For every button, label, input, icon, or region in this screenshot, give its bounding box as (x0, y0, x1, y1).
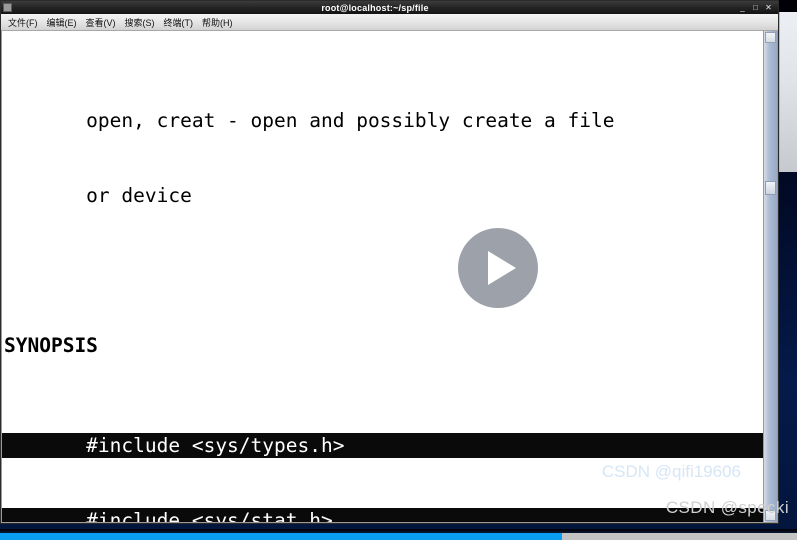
window-titlebar: root@localhost:~/sp/file _ □ ✕ (1, 1, 778, 14)
background-window-sliver (779, 12, 797, 172)
terminal-line-text: open, creat - open and possibly create a… (4, 109, 615, 132)
menu-file[interactable]: 文件(F) (4, 15, 43, 30)
menu-edit[interactable]: 编辑(E) (43, 15, 82, 30)
terminal-scrollbar[interactable] (763, 31, 777, 522)
menu-help[interactable]: 帮助(H) (198, 15, 238, 30)
minimize-button[interactable]: _ (738, 3, 747, 12)
close-button[interactable]: ✕ (764, 3, 773, 12)
terminal-section-heading-synopsis: SYNOPSIS (2, 333, 763, 358)
menubar: 文件(F) 编辑(E) 查看(V) 搜索(S) 终端(T) 帮助(H) (1, 14, 778, 31)
scroll-up-arrow-icon[interactable] (765, 32, 776, 43)
terminal-text-area[interactable]: open, creat - open and possibly create a… (2, 31, 763, 522)
terminal-line: open, creat - open and possibly create a… (2, 108, 763, 133)
desktop-screen: root@localhost:~/sp/file _ □ ✕ 文件(F) 编辑(… (0, 0, 797, 540)
terminal-body[interactable]: open, creat - open and possibly create a… (1, 31, 778, 523)
terminal-line-highlighted: #include <sys/stat.h> (2, 508, 763, 522)
terminal-line: or device (2, 183, 763, 208)
terminal-line-text: SYNOPSIS (4, 334, 98, 357)
terminal-line-text: #include <sys/stat.h> (4, 509, 333, 522)
menu-search[interactable]: 搜索(S) (121, 15, 160, 30)
video-progress-bar[interactable] (0, 529, 797, 540)
terminal-line-text: or device (4, 184, 192, 207)
window-title: root@localhost:~/sp/file (321, 2, 429, 13)
video-progress-played (0, 533, 562, 540)
window-controls: _ □ ✕ (738, 3, 776, 12)
scroll-down-arrow-icon[interactable] (765, 510, 776, 521)
terminal-window: root@localhost:~/sp/file _ □ ✕ 文件(F) 编辑(… (0, 0, 779, 524)
menu-view[interactable]: 查看(V) (82, 15, 121, 30)
play-button[interactable] (458, 228, 538, 308)
watermark-inner: CSDN @qifi19606 (601, 462, 741, 481)
terminal-line-highlighted: #include <sys/types.h> (2, 433, 763, 458)
menu-terminal[interactable]: 终端(T) (160, 15, 199, 30)
maximize-button[interactable]: □ (751, 3, 760, 12)
scrollbar-thumb[interactable] (765, 181, 776, 195)
terminal-icon (3, 3, 12, 12)
terminal-line-text: #include <sys/types.h> (4, 434, 345, 457)
play-triangle-icon (488, 251, 516, 285)
